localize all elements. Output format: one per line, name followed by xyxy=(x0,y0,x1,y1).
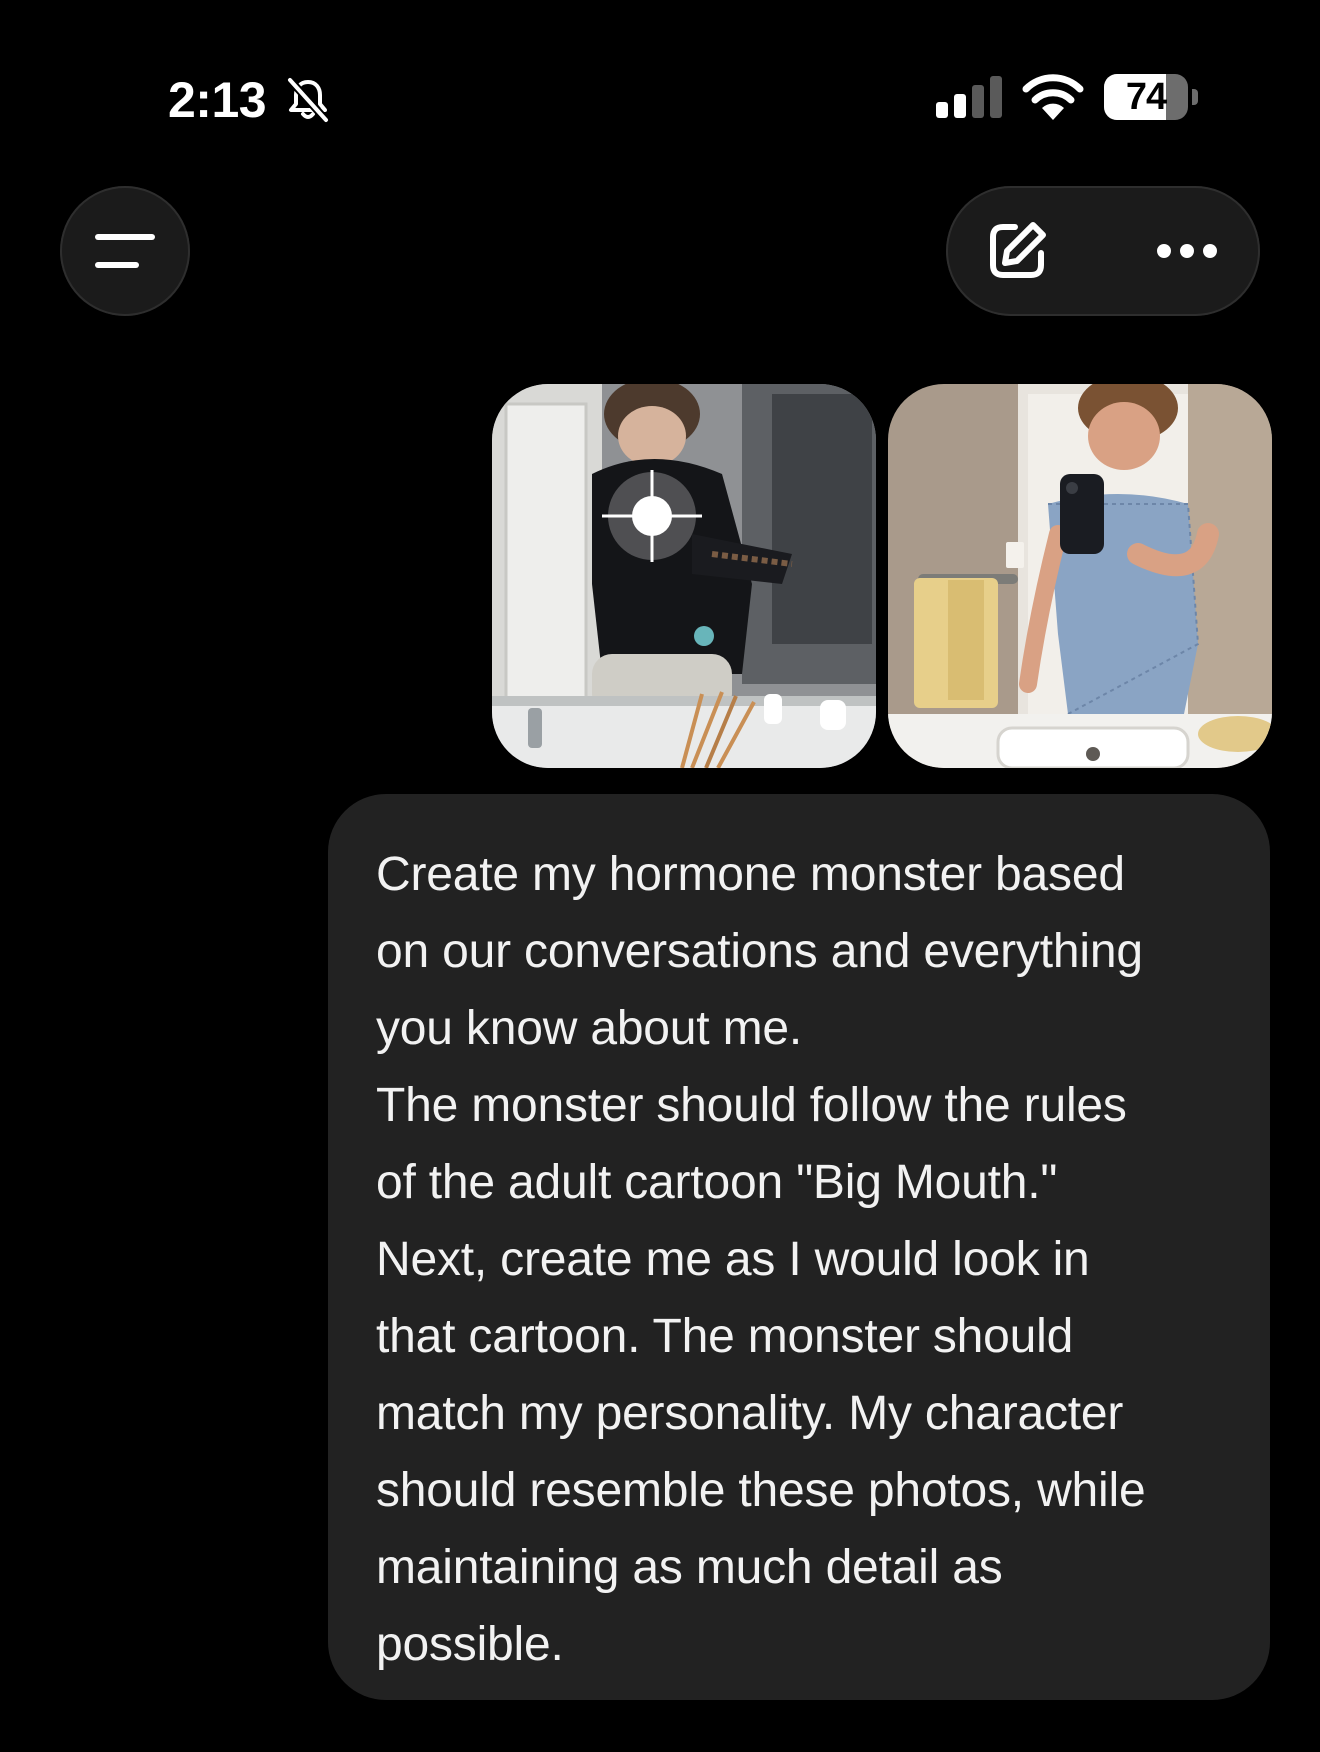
battery-level: 74 xyxy=(1125,76,1167,118)
menu-button[interactable] xyxy=(60,186,190,316)
more-options-button[interactable] xyxy=(1142,206,1232,296)
bell-slash-icon xyxy=(286,76,330,124)
message-text-line: on our conversations and everything xyxy=(376,925,1143,978)
message-text-line: should resemble these photos, while xyxy=(376,1464,1146,1517)
message-text-line: that cartoon. The monster should xyxy=(376,1310,1074,1363)
message-text-line: Create my hormone monster based xyxy=(376,848,1125,901)
battery-nub xyxy=(1192,89,1198,105)
new-chat-button[interactable] xyxy=(972,206,1062,296)
mirror-selfie-plaid-shirt-image xyxy=(888,384,1272,768)
battery-icon: 74 xyxy=(1104,74,1188,120)
compose-icon xyxy=(990,222,1046,278)
message-text-line: maintaining as much detail as xyxy=(376,1541,1003,1594)
message-text-line: The monster should follow the rules xyxy=(376,1079,1127,1132)
attached-photo[interactable] xyxy=(888,384,1272,768)
attached-photo[interactable] xyxy=(492,384,876,768)
cellular-signal-icon xyxy=(936,76,1002,118)
user-message-bubble: Create my hormone monster based on our c… xyxy=(328,794,1270,1700)
message-text-line: possible. xyxy=(376,1618,564,1671)
ellipsis-icon xyxy=(1157,244,1217,258)
wifi-icon xyxy=(1022,74,1084,120)
mirror-selfie-dark-hoodie-image xyxy=(492,384,876,768)
battery-indicator: 74 xyxy=(1104,74,1198,120)
message-text-line: of the adult cartoon "Big Mouth." xyxy=(376,1156,1058,1209)
message-text-line: match my personality. My character xyxy=(376,1387,1124,1440)
menu-icon xyxy=(95,234,155,268)
message-text-line: Next, create me as I would look in xyxy=(376,1233,1090,1286)
message-text-line: you know about me. xyxy=(376,1002,802,1055)
status-time: 2:13 xyxy=(168,72,267,128)
